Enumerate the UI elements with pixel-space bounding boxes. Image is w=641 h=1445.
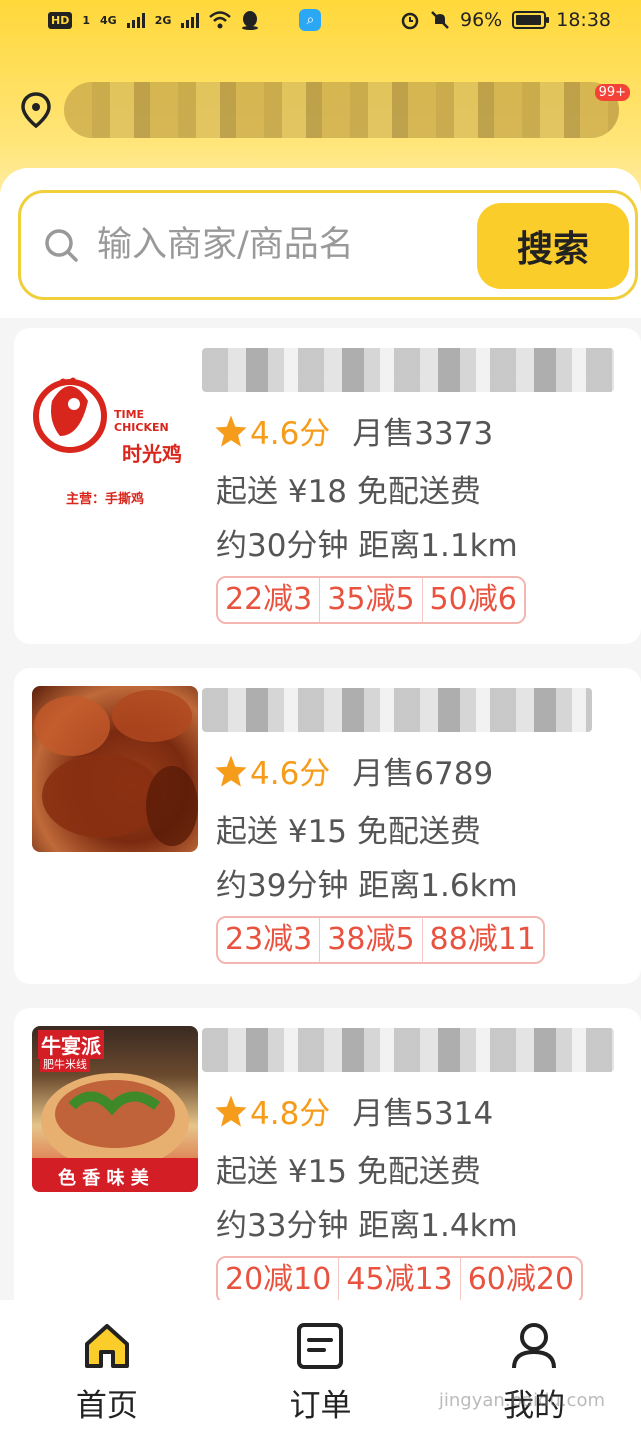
search-button[interactable]: 搜索 — [477, 203, 629, 289]
eta-distance: 约30分钟 距离1.1km — [216, 528, 518, 564]
alarm-icon — [401, 12, 419, 30]
rating-row: 4.6分 月售6789 — [214, 748, 493, 793]
status-left: HD 1 4G 2G ⌕ — [48, 9, 322, 31]
monthly-sales: 月售5314 — [352, 1096, 494, 1132]
location-bar[interactable]: 99+ — [20, 80, 630, 140]
logo-text-en: TIME CHICKEN — [114, 408, 169, 434]
search-app-icon: ⌕ — [299, 9, 322, 31]
promo-tag: 22减3 — [225, 582, 313, 617]
home-icon — [84, 1324, 129, 1368]
clock-time: 18:38 — [556, 9, 611, 31]
eta-distance: 约33分钟 距离1.4km — [216, 1208, 518, 1244]
hd-indicator: HD — [48, 11, 73, 29]
bottom-navigation: 首页 订单 我的 — [0, 1300, 641, 1445]
store-rating: 4.8分 — [250, 1096, 331, 1132]
rating-row: 4.6分 月售3373 — [214, 408, 493, 453]
battery-icon — [512, 11, 550, 29]
store-card[interactable]: TIME CHICKEN 时光鸡 主营：手撕鸡 4.6分 月售3373 起送 ¥… — [14, 328, 641, 644]
delivery-info: 起送 ¥18 免配送费 — [216, 474, 481, 510]
signal-icon-2 — [181, 12, 200, 28]
logo-subtitle: 肥牛米线 — [40, 1056, 90, 1072]
status-right: 96% 18:38 — [400, 9, 611, 31]
sim-indicator: 1 — [82, 13, 90, 27]
promo-tag: 50减6 — [421, 578, 524, 622]
mute-bell-icon — [431, 11, 449, 29]
star-icon — [215, 754, 247, 787]
logo-subtitle: 主营：手撕鸡 — [66, 492, 145, 507]
promo-tag: 45减13 — [338, 1258, 459, 1302]
promo-tag: 23减3 — [225, 922, 313, 957]
delivery-info: 起送 ¥15 免配送费 — [216, 1154, 481, 1190]
star-icon — [215, 414, 247, 447]
network-4g-label: 4G — [100, 13, 117, 27]
logo-title: 牛宴派 — [38, 1030, 104, 1059]
signal-icon — [126, 12, 145, 28]
store-name-pixelated — [202, 688, 592, 732]
store-name-pixelated — [202, 348, 614, 392]
address-pixelated[interactable] — [64, 82, 619, 138]
delivery-info: 起送 ¥15 免配送费 — [216, 814, 481, 850]
store-card[interactable]: 4.6分 月售6789 起送 ¥15 免配送费 约39分钟 距离1.6km 23… — [14, 668, 641, 984]
network-2g-label: 2G — [154, 13, 172, 27]
store-name-pixelated — [202, 1028, 614, 1072]
promo-tag: 35减5 — [319, 578, 421, 622]
status-bar: HD 1 4G 2G ⌕ 96% 18:38 — [0, 0, 641, 40]
promo-tag: 38减5 — [319, 918, 421, 962]
store-photo-braised-pork — [32, 686, 198, 852]
nav-home-label: 首页 — [75, 1388, 138, 1424]
watermark: jingyan.baidu.com — [438, 1390, 605, 1411]
promo-tag: 88减11 — [421, 918, 543, 962]
nav-orders[interactable]: 订单 — [240, 1320, 400, 1425]
promo-tags: 23减3 38减5 88减11 — [216, 916, 545, 964]
profile-icon — [512, 1323, 557, 1369]
search-input[interactable] — [97, 225, 457, 265]
promo-tags: 20减10 45减13 60减20 — [216, 1256, 584, 1304]
logo-slogan: 色 香 味 美 — [58, 1168, 149, 1189]
store-rating: 4.6分 — [250, 756, 331, 792]
search-icon — [45, 229, 78, 262]
promo-tag: 20减10 — [225, 1262, 332, 1297]
nav-home[interactable]: 首页 — [27, 1320, 187, 1425]
logo-text-cn: 时光鸡 — [122, 442, 182, 466]
battery-percent: 96% — [460, 9, 503, 31]
qq-icon — [242, 11, 259, 30]
store-card[interactable]: 牛宴派 肥牛米线 色 香 味 美 4.8分 月售5314 起送 ¥15 免配送费… — [14, 1008, 641, 1324]
wifi-icon — [209, 11, 232, 29]
promo-tag: 60减20 — [459, 1258, 581, 1302]
monthly-sales: 月售6789 — [352, 756, 494, 792]
rating-row: 4.8分 月售5314 — [214, 1088, 493, 1133]
orders-icon — [297, 1323, 344, 1369]
star-icon — [215, 1094, 247, 1127]
store-rating: 4.6分 — [250, 416, 331, 452]
store-photo-beef-noodles: 牛宴派 肥牛米线 色 香 味 美 — [32, 1026, 198, 1192]
monthly-sales: 月售3373 — [352, 416, 494, 452]
search-bar: 搜索 — [18, 190, 638, 300]
nav-orders-label: 订单 — [289, 1388, 352, 1424]
store-logo-time-chicken: TIME CHICKEN 时光鸡 主营：手撕鸡 — [32, 346, 198, 512]
eta-distance: 约39分钟 距离1.6km — [216, 868, 518, 904]
promo-tags: 22减3 35减5 50减6 — [216, 576, 526, 624]
message-badge: 99+ — [594, 84, 630, 101]
location-pin-icon — [21, 92, 51, 128]
